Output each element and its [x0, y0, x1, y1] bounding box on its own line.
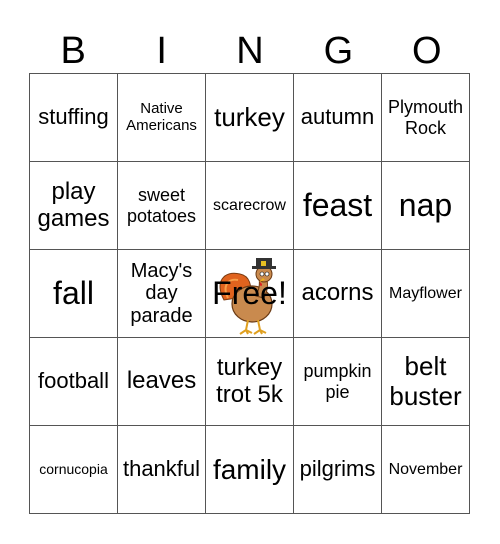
bingo-cell[interactable]: autumn [293, 73, 382, 162]
bingo-card: stuffing Native Americans turkey autumn … [29, 73, 470, 514]
grid-row: cornucopia thankful family pilgrims Nove… [29, 425, 470, 514]
header-letter-n: N [236, 30, 264, 72]
bingo-cell[interactable]: scarecrow [205, 161, 294, 250]
free-space-cell[interactable]: Free! [205, 249, 294, 338]
bingo-cell[interactable]: November [381, 425, 470, 514]
header-letter-i: I [156, 30, 167, 72]
bingo-cell[interactable]: feast [293, 161, 382, 250]
header-letter-g: G [323, 30, 354, 72]
bingo-cell[interactable]: nap [381, 161, 470, 250]
bingo-cell[interactable]: Native Americans [117, 73, 206, 162]
bingo-cell[interactable]: turkey [205, 73, 294, 162]
bingo-cell[interactable]: turkey trot 5k [205, 337, 294, 426]
bingo-cell[interactable]: acorns [293, 249, 382, 338]
bingo-cell[interactable]: pilgrims [293, 425, 382, 514]
bingo-cell[interactable]: leaves [117, 337, 206, 426]
bingo-cell[interactable]: family [205, 425, 294, 514]
bingo-cell[interactable]: Macy's day parade [117, 249, 206, 338]
bingo-cell[interactable]: thankful [117, 425, 206, 514]
bingo-cell[interactable]: play games [29, 161, 118, 250]
grid-row: play games sweet potatoes scarecrow feas… [29, 161, 470, 250]
grid-row: fall Macy's day parade Free! acorns Mayf… [29, 249, 470, 338]
bingo-cell[interactable]: stuffing [29, 73, 118, 162]
free-space-label: Free! [212, 274, 287, 311]
bingo-header: B I N G O [29, 30, 471, 72]
header-letter-o: O [412, 30, 442, 72]
grid-row: stuffing Native Americans turkey autumn … [29, 73, 470, 162]
header-letter-b: B [60, 30, 86, 72]
bingo-cell[interactable]: Plymouth Rock [381, 73, 470, 162]
bingo-cell[interactable]: sweet potatoes [117, 161, 206, 250]
grid-row: football leaves turkey trot 5k pumpkin p… [29, 337, 470, 426]
bingo-cell[interactable]: Mayflower [381, 249, 470, 338]
bingo-cell[interactable]: football [29, 337, 118, 426]
bingo-cell[interactable]: cornucopia [29, 425, 118, 514]
bingo-cell[interactable]: fall [29, 249, 118, 338]
bingo-cell[interactable]: belt buster [381, 337, 470, 426]
bingo-cell[interactable]: pumpkin pie [293, 337, 382, 426]
